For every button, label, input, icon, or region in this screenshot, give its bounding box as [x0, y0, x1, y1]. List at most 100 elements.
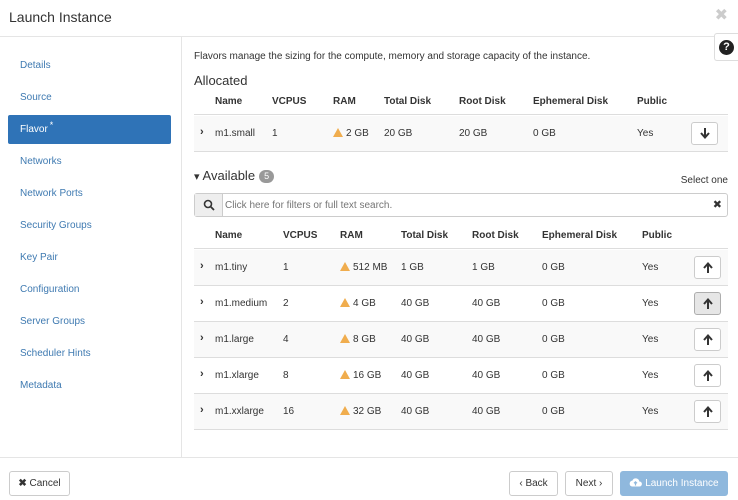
available-row: › m1.large 4 8 GB 40 GB 40 GB 0 GB Yes [194, 322, 728, 358]
deallocate-button[interactable] [691, 122, 718, 145]
sidebar-item-label: Configuration [20, 284, 80, 295]
sidebar-item-source[interactable]: Source [8, 83, 171, 112]
dialog-title: Launch Instance [9, 9, 112, 25]
flavor-name: m1.xlarge [215, 370, 259, 381]
next-button[interactable]: Next › [565, 471, 613, 496]
sidebar-item-network-ports[interactable]: Network Ports [8, 179, 171, 208]
column-header: RAM [333, 96, 356, 107]
chevron-right-icon[interactable]: › [200, 296, 204, 308]
flavor-public: Yes [642, 262, 659, 273]
cancel-label: Cancel [29, 478, 61, 489]
flavor-name: m1.large [215, 334, 254, 345]
search-icon [195, 194, 223, 216]
sidebar-item-label: Scheduler Hints [20, 348, 91, 359]
flavor-root-disk: 40 GB [472, 298, 501, 309]
back-button[interactable]: ‹ Back [509, 471, 558, 496]
arrow-up-icon [703, 262, 713, 273]
sidebar-item-scheduler-hints[interactable]: Scheduler Hints [8, 339, 171, 368]
flavor-ephemeral-disk: 0 GB [542, 370, 565, 381]
chevron-right-icon[interactable]: › [200, 126, 204, 138]
allocate-button[interactable] [694, 364, 721, 387]
flavor-vcpus: 16 [283, 406, 295, 417]
sidebar-item-label: Source [20, 92, 52, 103]
sidebar-item-label: Metadata [20, 380, 62, 391]
allocate-button[interactable] [694, 328, 721, 351]
sidebar-item-label: Server Groups [20, 316, 86, 327]
column-header: Root Disk [472, 230, 519, 241]
close-icon[interactable]: ✖ [713, 198, 722, 211]
flavor-ram: 8 GB [340, 334, 376, 345]
flavor-public: Yes [642, 334, 659, 345]
flavor-name: m1.xxlarge [215, 406, 264, 417]
column-header: RAM [340, 230, 363, 241]
flavor-public: Yes [642, 406, 659, 417]
sidebar-item-details[interactable]: Details [8, 51, 171, 80]
flavor-ram: 4 GB [340, 298, 376, 309]
sidebar-item-configuration[interactable]: Configuration [8, 275, 171, 304]
flavor-ephemeral-disk: 0 GB [542, 298, 565, 309]
flavor-vcpus: 4 [283, 334, 289, 345]
available-table-header: Name VCPUS RAM Total Disk Root Disk Ephe… [194, 225, 728, 249]
flavor-name: m1.tiny [215, 262, 248, 273]
available-row: › m1.xxlarge 16 32 GB 40 GB 40 GB 0 GB Y… [194, 394, 728, 430]
sidebar-item-metadata[interactable]: Metadata [8, 371, 171, 400]
column-header: VCPUS [283, 230, 318, 241]
close-icon[interactable]: ✖ [715, 5, 728, 25]
allocate-button[interactable] [694, 292, 721, 315]
chevron-right-icon[interactable]: › [200, 368, 204, 380]
flavor-name: m1.medium [215, 298, 268, 309]
flavor-ram: 2 GB [333, 128, 369, 139]
chevron-right-icon[interactable]: › [200, 332, 204, 344]
flavor-public: Yes [642, 370, 659, 381]
cancel-button[interactable]: ✖ Cancel [9, 471, 70, 496]
allocate-button[interactable] [694, 400, 721, 423]
ram-value: 16 GB [353, 370, 382, 381]
arrow-up-icon [703, 298, 713, 309]
chevron-right-icon: › [599, 478, 603, 489]
flavor-description: Flavors manage the sizing for the comput… [194, 51, 591, 62]
ram-value: 4 GB [353, 298, 376, 309]
sidebar-item-label: Key Pair [20, 252, 58, 263]
flavor-root-disk: 40 GB [472, 370, 501, 381]
sidebar-item-flavor[interactable]: Flavor * [8, 115, 171, 144]
chevron-right-icon[interactable]: › [200, 404, 204, 416]
column-header: Public [637, 96, 668, 107]
sidebar-item-label: Network Ports [20, 188, 83, 199]
flavor-ram: 16 GB [340, 370, 381, 381]
arrow-down-icon [700, 128, 710, 139]
flavor-vcpus: 8 [283, 370, 289, 381]
allocate-button[interactable] [694, 256, 721, 279]
column-header: Root Disk [459, 96, 506, 107]
column-header: Ephemeral Disk [533, 96, 609, 107]
flavor-root-disk: 40 GB [472, 406, 501, 417]
sidebar-item-networks[interactable]: Networks [8, 147, 171, 176]
launch-instance-button[interactable]: Launch Instance [620, 471, 728, 496]
flavor-ephemeral-disk: 0 GB [542, 406, 565, 417]
ram-value: 8 GB [353, 334, 376, 345]
available-heading-row[interactable]: ▾ Available 5 [194, 168, 275, 183]
arrow-up-icon [703, 370, 713, 381]
flavor-vcpus: 1 [283, 262, 289, 273]
search-bar: ✖ [194, 193, 728, 217]
cloud-upload-icon [630, 478, 643, 487]
help-icon: ? [719, 40, 734, 55]
chevron-right-icon[interactable]: › [200, 260, 204, 272]
flavor-vcpus: 1 [272, 128, 278, 139]
warning-triangle-icon [340, 298, 350, 307]
ram-value: 32 GB [353, 406, 382, 417]
arrow-up-icon [703, 334, 713, 345]
allocated-heading: Allocated [194, 73, 248, 88]
required-mark: * [49, 120, 54, 130]
launch-label: Launch Instance [645, 478, 719, 489]
chevron-left-icon: ‹ [519, 478, 523, 489]
arrow-up-icon [703, 406, 713, 417]
help-button[interactable]: ? [714, 33, 738, 61]
available-row: › m1.tiny 1 512 MB 1 GB 1 GB 0 GB Yes [194, 250, 728, 286]
column-header: Name [215, 230, 243, 241]
column-header: Ephemeral Disk [542, 230, 618, 241]
search-input[interactable] [225, 196, 705, 214]
dialog-header: Launch Instance ✖ [0, 0, 738, 37]
sidebar-item-security-groups[interactable]: Security Groups [8, 211, 171, 240]
sidebar-item-server-groups[interactable]: Server Groups [8, 307, 171, 336]
sidebar-item-key-pair[interactable]: Key Pair [8, 243, 171, 272]
